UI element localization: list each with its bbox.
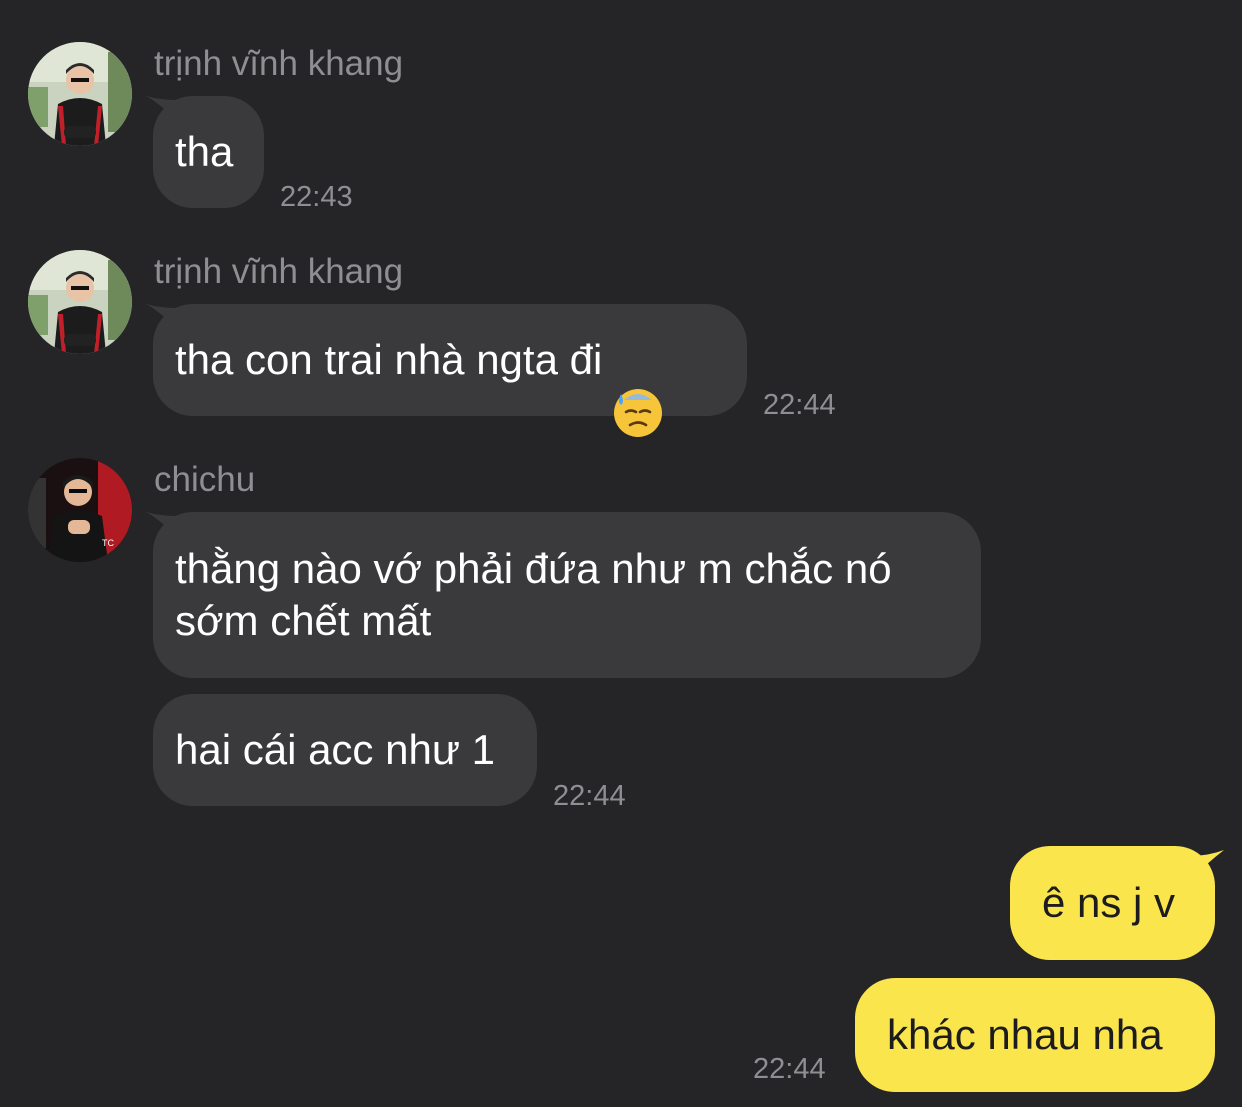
profile-photo-icon [28, 250, 132, 354]
sender-name: chichu [154, 460, 256, 499]
message-timestamp: 22:44 [753, 1053, 826, 1085]
message-text: tha [175, 128, 234, 175]
message-text: khác nhau nha [887, 1011, 1163, 1058]
message-bubble-outgoing[interactable]: ê ns j v [1010, 846, 1215, 960]
sender-name: trịnh vĩnh khang [154, 252, 404, 291]
message-text: ê ns j v [1042, 879, 1176, 926]
message-bubble-outgoing[interactable]: khác nhau nha [855, 978, 1215, 1092]
profile-photo-icon: TC [28, 458, 132, 562]
message-timestamp: 22:44 [763, 389, 836, 421]
message-text: tha con trai nhà ngta đi [175, 336, 603, 383]
profile-photo-icon [28, 42, 132, 146]
message-bubble[interactable]: tha [153, 96, 264, 208]
avatar-trinh-vinh-khang[interactable] [28, 250, 132, 354]
message-text: hai cái acc như 1 [175, 726, 495, 773]
svg-text:TC: TC [102, 538, 114, 548]
message-timestamp: 22:44 [553, 780, 626, 812]
message-text: thằng nào vớ phải đứa như m chắc nó sớm … [175, 545, 892, 644]
message-bubble[interactable]: tha con trai nhà ngta đi [153, 304, 747, 437]
message-timestamp: 22:43 [280, 181, 353, 213]
avatar-chichu[interactable]: TC [28, 458, 132, 562]
avatar-trinh-vinh-khang[interactable] [28, 42, 132, 146]
downcast-face-with-sweat-icon [612, 334, 664, 437]
message-bubble[interactable]: hai cái acc như 1 [153, 694, 537, 806]
message-bubble[interactable]: thằng nào vớ phải đứa như m chắc nó sớm … [153, 512, 981, 678]
sender-name: trịnh vĩnh khang [154, 44, 404, 83]
